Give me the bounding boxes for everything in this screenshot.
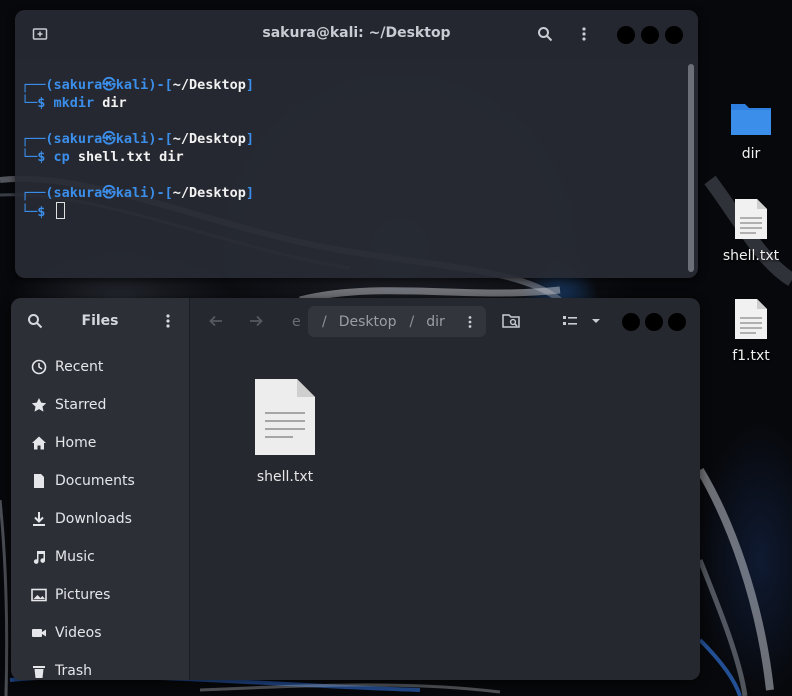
chevron-down-icon <box>592 319 600 323</box>
sidebar-item-label: Music <box>55 549 95 565</box>
kebab-menu-icon <box>582 27 586 41</box>
search-folder-button[interactable] <box>499 309 523 333</box>
minimize-button[interactable] <box>622 313 640 331</box>
text-file-icon <box>735 299 767 339</box>
close-button[interactable] <box>665 26 683 44</box>
sidebar-item-label: Downloads <box>55 511 132 527</box>
desktop-item-dir[interactable]: dir <box>716 98 786 162</box>
sidebar-item-starred[interactable]: Starred <box>11 387 190 423</box>
file-item-label: shell.txt <box>256 469 314 485</box>
desktop-item-f1-txt[interactable]: f1.txt <box>716 298 786 364</box>
search-icon <box>538 27 553 42</box>
sidebar-item-recent[interactable]: Recent <box>11 349 190 385</box>
sidebar-item-label: Videos <box>55 625 102 641</box>
maximize-button[interactable] <box>641 26 659 44</box>
files-sidebar: Files Recent Starred Home Documents Down… <box>11 298 190 680</box>
star-icon <box>31 397 47 413</box>
view-mode-button[interactable] <box>558 309 582 333</box>
sidebar-item-label: Documents <box>55 473 135 489</box>
main-menu-button[interactable] <box>156 309 180 333</box>
sidebar-item-label: Home <box>55 435 97 451</box>
sidebar-item-label: Pictures <box>55 587 111 603</box>
terminal-header[interactable]: sakura@kali: ~/Desktop <box>15 10 698 58</box>
text-cursor <box>55 202 65 219</box>
desktop-item-label: shell.txt <box>722 248 780 264</box>
close-button[interactable] <box>668 313 686 331</box>
prompt-line: ┌──(sakura㉿kali)-[~/Desktop] <box>21 77 254 93</box>
command-line: └─$ cp shell.txt dir <box>21 149 184 165</box>
arrow-left-icon <box>209 315 222 327</box>
sidebar-item-trash[interactable]: Trash <box>11 653 190 680</box>
minimize-button[interactable] <box>617 26 635 44</box>
view-options-dropdown[interactable] <box>584 309 608 333</box>
path-menu-button[interactable] <box>464 315 476 329</box>
sidebar-item-label: Starred <box>55 397 107 413</box>
prompt-line: ┌──(sakura㉿kali)-[~/Desktop] <box>21 131 254 147</box>
path-separator: / <box>322 313 327 330</box>
folder-icon <box>731 104 771 135</box>
sidebar-item-label: Recent <box>55 359 104 375</box>
sidebar-item-music[interactable]: Music <box>11 539 190 575</box>
files-header: e / Desktop / dir <box>190 298 700 344</box>
kebab-menu-icon <box>468 315 472 328</box>
sidebar-item-label: Trash <box>55 663 92 679</box>
back-button[interactable] <box>204 309 228 333</box>
command-line: └─$ mkdir dir <box>21 95 127 111</box>
music-icon <box>31 549 47 565</box>
text-file-icon <box>735 199 767 239</box>
terminal-window[interactable]: sakura@kali: ~/Desktop ┌──(sakura㉿kali)-… <box>15 10 698 278</box>
menu-button[interactable] <box>572 22 596 46</box>
home-icon <box>31 435 47 451</box>
sidebar-header: Files <box>11 298 189 344</box>
sidebar-item-documents[interactable]: Documents <box>11 463 190 499</box>
video-icon <box>31 625 47 641</box>
command-line[interactable]: └─$ <box>21 202 698 220</box>
trash-icon <box>31 663 47 679</box>
sidebar-item-home[interactable]: Home <box>11 425 190 461</box>
path-separator: / <box>409 313 415 330</box>
files-content[interactable]: shell.txt <box>190 344 700 680</box>
path-truncated[interactable]: e <box>292 314 314 330</box>
desktop-item-label: f1.txt <box>732 348 770 364</box>
document-icon <box>31 473 47 489</box>
file-item-shell-txt[interactable]: shell.txt <box>240 377 330 485</box>
path-bar[interactable]: e / Desktop / dir <box>292 306 486 337</box>
search-button[interactable] <box>533 22 557 46</box>
path-segment-dir[interactable]: dir <box>426 314 445 330</box>
picture-icon <box>31 587 47 603</box>
text-file-icon <box>255 379 315 455</box>
sidebar-item-downloads[interactable]: Downloads <box>11 501 190 537</box>
folder-search-icon <box>502 314 520 328</box>
sidebar-item-pictures[interactable]: Pictures <box>11 577 190 613</box>
arrow-right-icon <box>250 315 263 327</box>
clock-icon <box>31 359 47 375</box>
terminal-scrollbar[interactable] <box>688 64 694 272</box>
terminal-output[interactable]: ┌──(sakura㉿kali)-[~/Desktop] └─$ mkdir d… <box>15 58 698 220</box>
files-window[interactable]: Files Recent Starred Home Documents Down… <box>11 298 700 680</box>
forward-button[interactable] <box>244 309 268 333</box>
desktop-item-shell-txt[interactable]: shell.txt <box>716 198 786 264</box>
prompt-line: ┌──(sakura㉿kali)-[~/Desktop] <box>21 185 254 201</box>
desktop-item-label: dir <box>741 146 761 162</box>
list-view-icon <box>563 316 577 325</box>
path-segment-desktop[interactable]: Desktop <box>339 314 397 330</box>
kebab-menu-icon <box>166 314 170 328</box>
download-icon <box>31 511 47 527</box>
maximize-button[interactable] <box>645 313 663 331</box>
sidebar-item-videos[interactable]: Videos <box>11 615 190 651</box>
